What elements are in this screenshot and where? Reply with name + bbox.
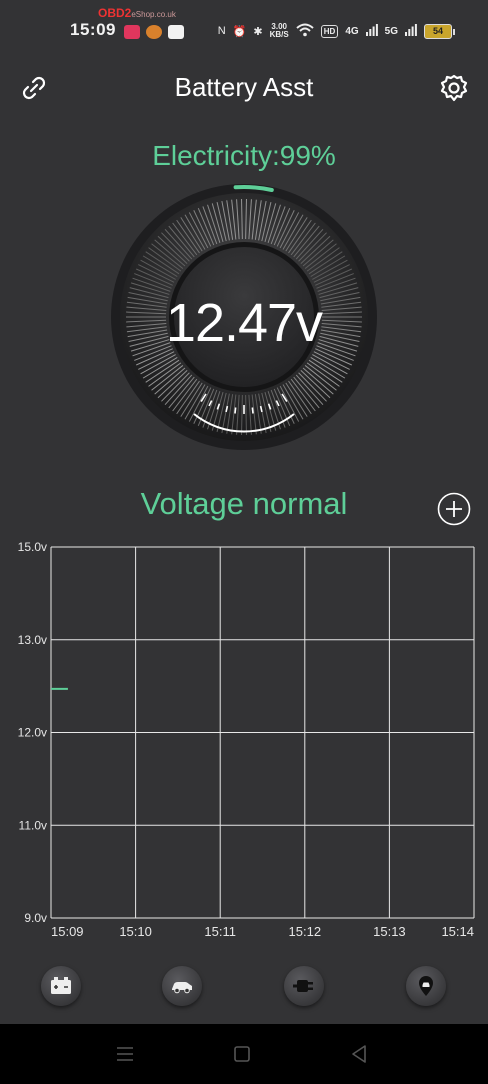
plug-icon[interactable]: [284, 966, 324, 1006]
clock-time: 15:09: [70, 20, 116, 39]
alarm-icon: ⏰: [232, 25, 247, 38]
app-notification-icon: [124, 25, 140, 39]
nfc-icon: N: [217, 25, 226, 37]
signal-bars-icon: [365, 23, 378, 39]
voltage-status: Voltage normal: [140, 486, 348, 521]
app-notification-icon: [146, 25, 162, 39]
y-tick-label: 9.0v: [24, 911, 47, 925]
electricity-label: Electricity:99%: [152, 140, 336, 171]
status-bar: 15:09 OBD2eShop.co.uk N ⏰ ✱ 3.00 KB/S HD…: [0, 0, 488, 60]
signal-1: 4G: [345, 25, 359, 37]
hd-badge: HD: [320, 24, 339, 38]
y-tick-label: 12.0v: [18, 726, 47, 740]
y-tick-label: 13.0v: [18, 633, 47, 647]
scale-tick: [251, 407, 254, 414]
home-square-icon[interactable]: [230, 1042, 254, 1066]
app-header: Battery Asst: [0, 60, 488, 116]
app-notification-icon: [168, 25, 184, 39]
menu-icon[interactable]: [113, 1042, 137, 1066]
x-tick-label: 15:09: [51, 924, 84, 939]
x-tick-label: 15:10: [119, 924, 152, 939]
car-icon[interactable]: [162, 966, 202, 1006]
x-tick-label: 15:11: [204, 924, 236, 939]
signal-bars-icon: [405, 23, 417, 39]
notification-icons: [124, 22, 184, 42]
system-indicators: N ⏰ ✱ 3.00 KB/S HD 4G 5G 54: [217, 20, 455, 42]
chart-canvas: 15.0v 13.0v 12.0v 11.0v 9.0v 15:09 15:10 15:11 1…: [18, 540, 475, 939]
x-tick-label: 15:13: [373, 924, 406, 939]
voltage-chart: 15.0v 13.0v 12.0v 11.0v 9.0v 15:09 15:10 15:11 1…: [0, 530, 488, 950]
bottom-nav: [0, 958, 488, 1018]
gear-icon[interactable]: [436, 70, 472, 106]
bluetooth-icon: ✱: [253, 25, 263, 38]
battery-icon[interactable]: [41, 966, 81, 1006]
net-speed-unit: KB/S: [269, 30, 289, 39]
net-speed: 3.00 KB/S: [270, 23, 289, 39]
watermark: OBD2eShop.co.uk: [98, 6, 176, 20]
back-triangle-icon[interactable]: [347, 1042, 371, 1066]
voltage-value: 12.47v: [165, 293, 323, 353]
watermark-suffix: eShop.co.uk: [131, 10, 176, 19]
voltage-gauge: 12.47v: [109, 182, 379, 452]
watermark-brand: OBD2: [98, 6, 132, 20]
x-tick-label: 15:12: [289, 924, 322, 939]
signal-2: 5G: [384, 25, 398, 37]
wifi-icon: [296, 23, 314, 40]
scale-tick: [234, 407, 237, 414]
x-tick-label: 15:14: [441, 924, 474, 939]
y-tick-label: 15.0v: [18, 540, 47, 554]
plus-circle-icon[interactable]: [437, 492, 471, 526]
y-tick-label: 11.0v: [19, 818, 47, 832]
location-icon[interactable]: [406, 966, 446, 1006]
system-nav-bar: [0, 1024, 488, 1084]
battery-level: 54: [424, 23, 455, 39]
page-title: Battery Asst: [174, 72, 314, 102]
